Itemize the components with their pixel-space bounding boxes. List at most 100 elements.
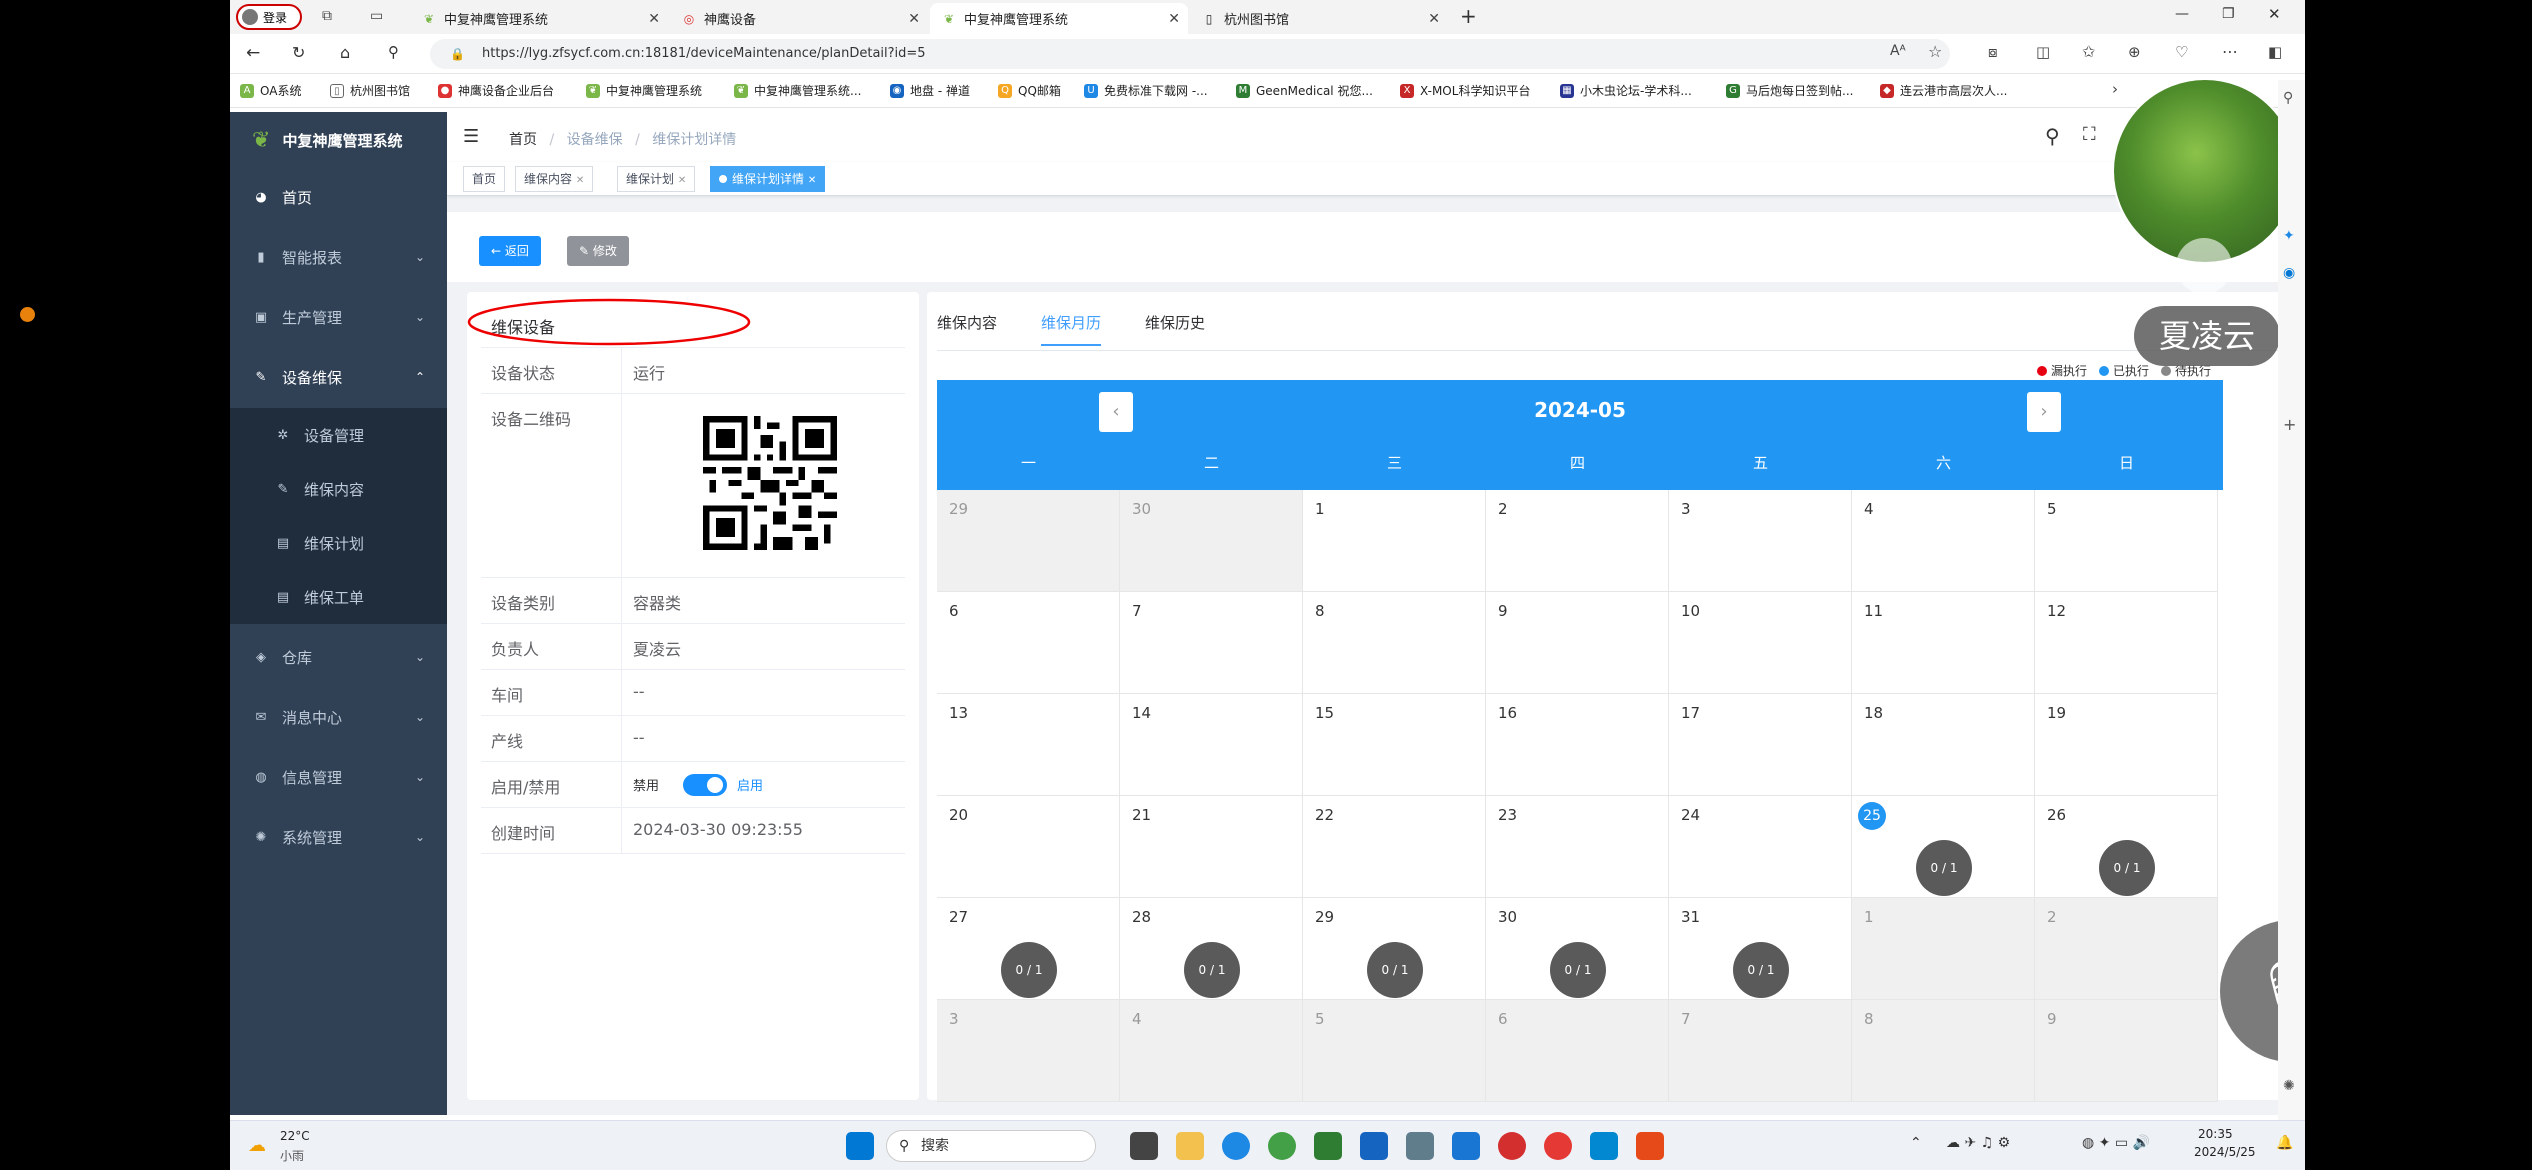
calendar-day-cell[interactable]: 29 0 / 1: [1303, 898, 1486, 1000]
task-count-badge[interactable]: 0 / 1: [1184, 942, 1240, 998]
calendar-day-cell[interactable]: 23: [1486, 796, 1669, 898]
copilot-icon[interactable]: ✦: [2283, 228, 2295, 244]
tray-icons[interactable]: ☁ ✈ ♫ ⚙: [1946, 1135, 2010, 1151]
calendar-day-cell[interactable]: 2: [1486, 490, 1669, 592]
calendar-day-cell[interactable]: 5: [2035, 490, 2218, 592]
calendar-day-cell[interactable]: 6: [937, 592, 1120, 694]
collections-icon[interactable]: ⊕: [2128, 43, 2141, 61]
extensions-icon[interactable]: ⧇: [1988, 43, 1998, 61]
close-icon[interactable]: ✕: [576, 175, 584, 186]
login-button[interactable]: 登录: [236, 4, 302, 30]
sidebar-item-system[interactable]: ✺ 系统管理 ⌄: [230, 808, 447, 866]
word-icon[interactable]: [1360, 1132, 1388, 1160]
calendar-day-cell[interactable]: 6: [1486, 1000, 1669, 1102]
tag-maint-plan[interactable]: 维保计划 ✕: [617, 166, 696, 192]
calendar-day-cell[interactable]: 3: [937, 1000, 1120, 1102]
calendar-day-cell[interactable]: 3: [1669, 490, 1852, 592]
home-icon[interactable]: ⌂: [340, 43, 350, 62]
tray-expand-icon[interactable]: ⌃: [1910, 1135, 1922, 1151]
calendar-day-cell[interactable]: 29: [937, 490, 1120, 592]
sidebar-item-warehouse[interactable]: ◈ 仓库 ⌄: [230, 628, 447, 686]
task-view-icon[interactable]: [1130, 1132, 1158, 1160]
split-icon[interactable]: ◫: [2036, 43, 2050, 61]
tab-actions-icon[interactable]: ▭: [370, 8, 383, 24]
calendar-day-cell[interactable]: 7: [1120, 592, 1303, 694]
close-icon[interactable]: ✕: [908, 11, 920, 27]
bookmark-oa[interactable]: A OA系统: [240, 82, 301, 99]
sidebar-item-info[interactable]: ◍ 信息管理 ⌄: [230, 748, 447, 806]
window-close-icon[interactable]: ✕: [2268, 5, 2281, 23]
task-count-badge[interactable]: 0 / 1: [1367, 942, 1423, 998]
close-icon[interactable]: ✕: [808, 175, 816, 186]
calendar-day-cell[interactable]: 8: [1303, 592, 1486, 694]
calendar-day-cell[interactable]: 27 0 / 1: [937, 898, 1120, 1000]
bookmark-standards[interactable]: U 免费标准下载网 -...: [1084, 82, 1208, 99]
calendar-day-cell[interactable]: 9: [1486, 592, 1669, 694]
more-icon[interactable]: ⋯: [2222, 42, 2238, 61]
calendar-day-cell[interactable]: 25 0 / 1: [1852, 796, 2035, 898]
sidebar-item-maint-content[interactable]: ✎ 维保内容: [230, 462, 447, 516]
tag-home[interactable]: 首页: [463, 166, 506, 192]
edge-icon[interactable]: [1222, 1132, 1250, 1160]
settings-icon[interactable]: ✺: [2283, 1078, 2295, 1094]
favorites-icon[interactable]: ✩: [2082, 42, 2095, 61]
tag-plan-detail[interactable]: 维保计划详情 ✕: [710, 166, 826, 192]
calendar-day-cell[interactable]: 5: [1303, 1000, 1486, 1102]
sidebar-toggle-icon[interactable]: ◧: [2268, 43, 2282, 61]
sidebar-item-device-manage[interactable]: ✲ 设备管理: [230, 408, 447, 462]
minimize-icon[interactable]: —: [2175, 6, 2189, 22]
breadcrumb-home[interactable]: 首页: [509, 132, 537, 148]
calendar-day-cell[interactable]: 17: [1669, 694, 1852, 796]
outlook-icon[interactable]: ◉: [2283, 265, 2295, 281]
calendar-day-cell[interactable]: 1: [1852, 898, 2035, 1000]
calendar-day-cell[interactable]: 20: [937, 796, 1120, 898]
clock-time[interactable]: 20:35: [2198, 1127, 2233, 1141]
workspaces-icon[interactable]: ⧉: [322, 8, 332, 24]
tab-1[interactable]: ❦ 中复神鹰管理系统 ✕: [410, 3, 668, 34]
bookmark-system-2[interactable]: ❦ 中复神鹰管理系统...: [734, 82, 861, 99]
task-count-badge[interactable]: 0 / 1: [1001, 942, 1057, 998]
app-icon[interactable]: [1498, 1132, 1526, 1160]
bookmark-signin[interactable]: G 马后炮每日签到帖...: [1726, 82, 1853, 99]
task-count-badge[interactable]: 0 / 1: [1733, 942, 1789, 998]
calendar-day-cell[interactable]: 30 0 / 1: [1486, 898, 1669, 1000]
refresh-icon[interactable]: ↻: [292, 43, 305, 62]
app-icon[interactable]: [1590, 1132, 1618, 1160]
task-count-badge[interactable]: 0 / 1: [2099, 840, 2155, 896]
bookmark-lianyungang[interactable]: ◆ 连云港市高层次人...: [1880, 82, 2007, 99]
tab-maint-history[interactable]: 维保历史: [1145, 312, 1205, 333]
tab-maint-content[interactable]: 维保内容: [937, 312, 997, 333]
sidebar-item-work-order[interactable]: ▤ 维保工单: [230, 570, 447, 624]
calendar-day-cell[interactable]: 10: [1669, 592, 1852, 694]
calendar-day-cell[interactable]: 2: [2035, 898, 2218, 1000]
calendar-day-cell[interactable]: 14: [1120, 694, 1303, 796]
settings-app-icon[interactable]: [1406, 1132, 1434, 1160]
bookmark-qqmail[interactable]: Q QQ邮箱: [998, 82, 1061, 99]
next-month-button[interactable]: ›: [2027, 392, 2061, 432]
powerpoint-icon[interactable]: [1636, 1132, 1664, 1160]
calendar-day-cell[interactable]: 19: [2035, 694, 2218, 796]
calendar-day-cell[interactable]: 7: [1669, 1000, 1852, 1102]
start-button[interactable]: [846, 1132, 874, 1160]
tag-maint-content[interactable]: 维保内容 ✕: [515, 166, 594, 192]
task-count-badge[interactable]: 0 / 1: [1916, 840, 1972, 896]
back-button[interactable]: ← 返回: [479, 236, 541, 266]
search-icon[interactable]: ⚲: [388, 43, 399, 61]
calendar-day-cell[interactable]: 4: [1120, 1000, 1303, 1102]
calendar-day-cell[interactable]: 16: [1486, 694, 1669, 796]
calendar-day-cell[interactable]: 1: [1303, 490, 1486, 592]
read-aloud-icon[interactable]: Aᴬ: [1890, 43, 1906, 59]
close-icon[interactable]: ✕: [1168, 11, 1180, 27]
bookmark-system[interactable]: ❦ 中复神鹰管理系统: [586, 82, 702, 99]
url-field[interactable]: 🔒 https://lyg.zfsycf.com.cn:18181/device…: [430, 39, 1950, 69]
calendar-day-cell[interactable]: 9: [2035, 1000, 2218, 1102]
taskbar-search[interactable]: ⚲ 搜索: [886, 1130, 1096, 1162]
add-icon[interactable]: +: [2283, 415, 2296, 434]
edit-button[interactable]: ✎ 修改: [567, 236, 629, 266]
calendar-day-cell[interactable]: 4: [1852, 490, 2035, 592]
clock-date[interactable]: 2024/5/25: [2194, 1145, 2256, 1159]
bookmark-muchong[interactable]: ▦ 小木虫论坛-学术科...: [1560, 82, 1692, 99]
calendar-day-cell[interactable]: 26 0 / 1: [2035, 796, 2218, 898]
fullscreen-icon[interactable]: ⛶: [2083, 124, 2096, 145]
chevron-right-icon[interactable]: ›: [2112, 80, 2118, 98]
